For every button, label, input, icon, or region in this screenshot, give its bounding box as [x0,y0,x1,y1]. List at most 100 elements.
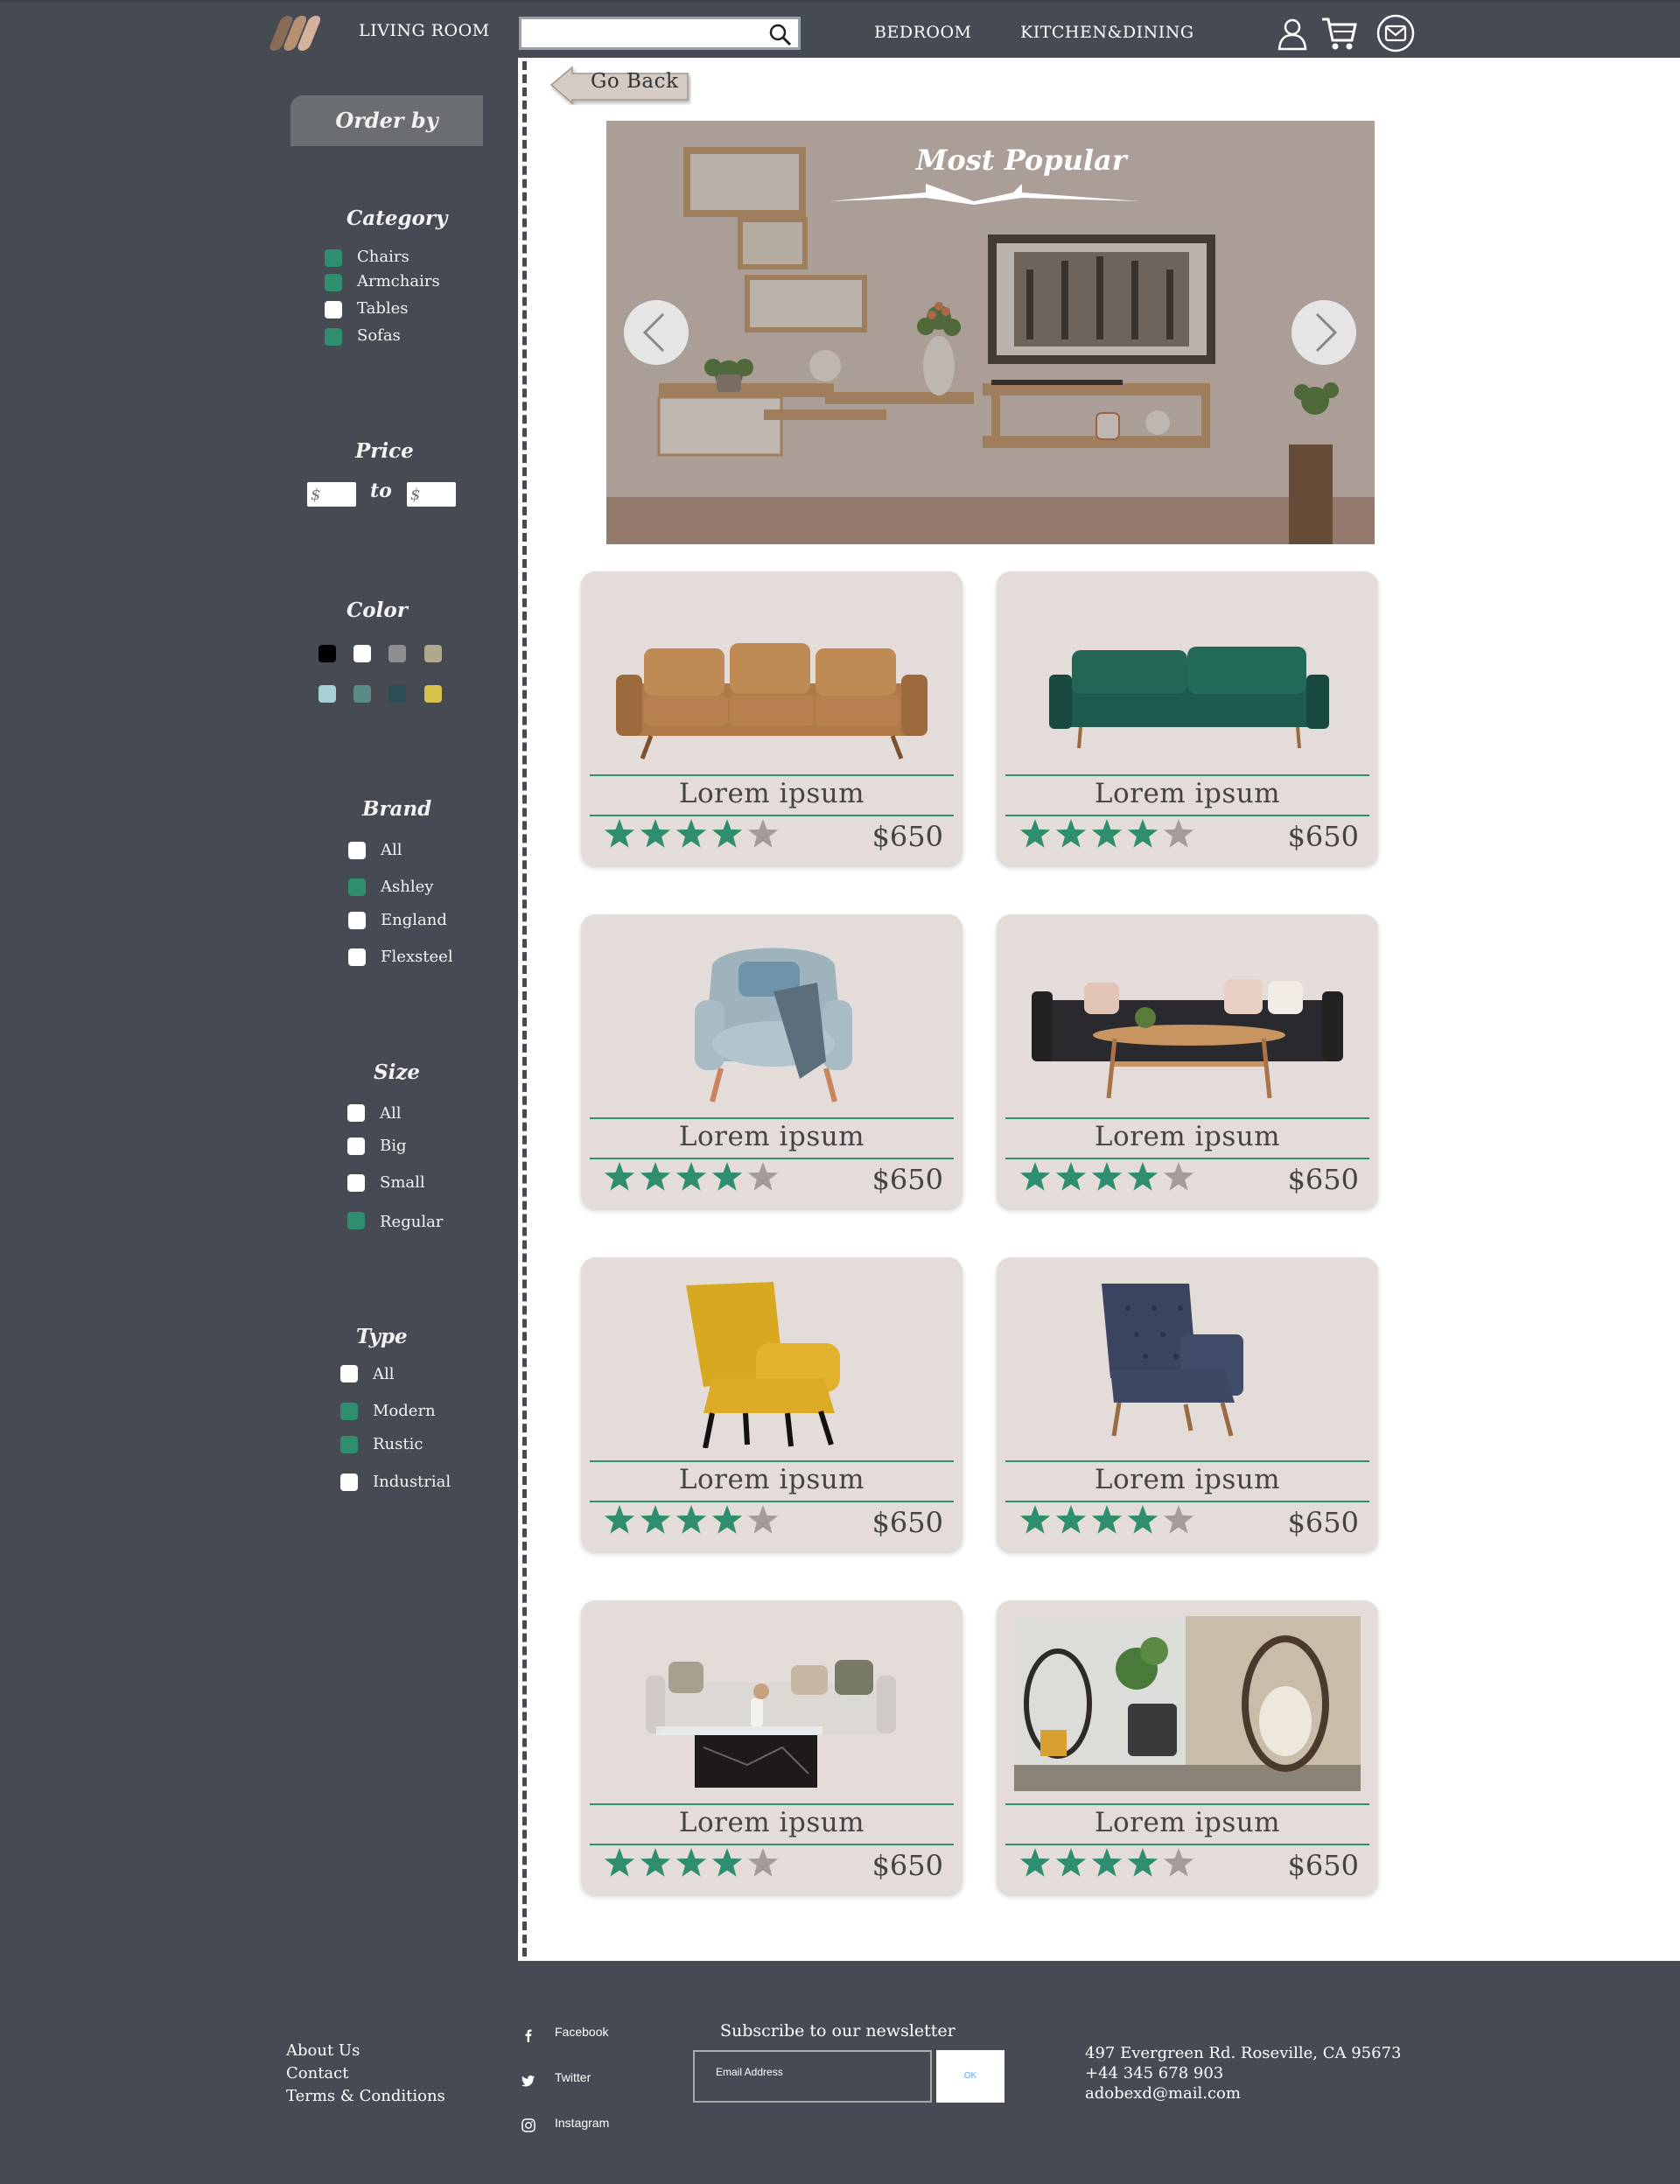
star-filled-icon [676,819,707,848]
facebook-link[interactable]: Facebook [555,2025,608,2039]
cart-icon[interactable] [1320,14,1358,52]
rating-stars [604,1162,779,1191]
product-title[interactable]: Lorem ipsum [997,778,1378,809]
star-filled-icon [604,1848,635,1877]
card-divider [590,1117,954,1119]
price-to-input[interactable] [407,482,456,507]
contact-email[interactable]: adobexd@mail.com [1085,2084,1241,2103]
star-filled-icon [711,819,743,848]
search-input[interactable] [527,22,754,45]
product-card[interactable]: Lorem ipsum $650 [997,571,1378,865]
star-filled-icon [640,819,671,848]
rating-stars [604,1848,779,1877]
newsletter-submit-button[interactable]: OK [936,2050,1004,2103]
category-chairs-checkbox[interactable] [325,249,342,267]
category-sofas-checkbox[interactable] [325,328,342,346]
product-card[interactable]: Lorem ipsum $650 [997,1600,1378,1894]
size-regular-checkbox[interactable] [347,1212,365,1229]
product-card[interactable]: Lorem ipsum $650 [997,1257,1378,1551]
color-swatch-teal-gray[interactable] [354,685,371,703]
carousel-prev-button[interactable] [624,300,689,365]
brand-england-checkbox[interactable] [348,912,366,929]
star-empty-icon [747,1162,779,1191]
type-all-label: All [373,1365,395,1383]
star-filled-icon [1019,1505,1051,1534]
star-filled-icon [1127,819,1158,848]
star-filled-icon [1055,1848,1087,1877]
color-swatch-white[interactable] [354,645,371,662]
brand-all-checkbox[interactable] [348,842,366,859]
star-empty-icon [747,1848,779,1877]
product-image-yellow-armchair [686,1282,840,1448]
star-filled-icon [640,1505,671,1534]
search-icon[interactable] [768,23,793,47]
footer-contact-link[interactable]: Contact [286,2064,348,2082]
card-divider [590,774,954,776]
product-image-navy-tufted-armchair [1102,1284,1243,1437]
color-swatch-beige[interactable] [424,645,442,662]
mail-icon[interactable] [1376,14,1415,52]
search-bar[interactable] [519,17,801,50]
product-title[interactable]: Lorem ipsum [581,1121,962,1152]
color-swatch-yellow[interactable] [424,685,442,703]
type-modern-checkbox[interactable] [340,1403,358,1420]
product-title[interactable]: Lorem ipsum [997,1807,1378,1838]
category-armchairs-checkbox[interactable] [325,274,342,291]
user-icon[interactable] [1273,14,1312,52]
price-from-input[interactable] [307,482,356,507]
product-image-green-velvet-sofa [1049,647,1329,749]
product-title[interactable]: Lorem ipsum [581,1807,962,1838]
product-title[interactable]: Lorem ipsum [997,1464,1378,1495]
dashed-divider [522,61,527,1956]
most-popular-carousel-image[interactable] [606,121,1375,544]
brand-flexsteel-label: Flexsteel [381,948,453,966]
category-title: Category [346,206,448,230]
brand-logo[interactable] [268,12,338,52]
size-big-checkbox[interactable] [347,1138,365,1155]
star-filled-icon [676,1848,707,1877]
twitter-link[interactable]: Twitter [555,2070,591,2084]
star-empty-icon [1163,819,1194,848]
footer-terms-link[interactable]: Terms & Conditions [286,2087,445,2105]
type-rustic-checkbox[interactable] [340,1436,358,1453]
brand-flexsteel-checkbox[interactable] [348,948,366,966]
facebook-icon[interactable] [522,2028,536,2042]
product-title[interactable]: Lorem ipsum [997,1121,1378,1152]
footer-about-us-link[interactable]: About Us [286,2041,360,2060]
product-price: $650 [872,1849,943,1882]
card-divider [590,1803,954,1805]
twitter-icon[interactable] [522,2074,536,2088]
size-small-checkbox[interactable] [347,1174,365,1192]
product-card[interactable]: Lorem ipsum $650 [581,571,962,865]
brand-ashley-checkbox[interactable] [348,878,366,896]
product-card[interactable]: Lorem ipsum $650 [581,1600,962,1894]
product-price: $650 [872,820,943,853]
nav-living-room[interactable]: LIVING ROOM [359,21,490,40]
type-industrial-checkbox[interactable] [340,1474,358,1491]
star-filled-icon [711,1505,743,1534]
instagram-icon[interactable] [522,2118,536,2132]
product-card[interactable]: Lorem ipsum $650 [997,914,1378,1208]
color-swatch-dark-teal[interactable] [388,685,406,703]
card-divider [1005,1803,1369,1805]
top-nav-bar: LIVING ROOM BEDROOM KITCHEN&DINING [0,0,1680,58]
category-tables-checkbox[interactable] [325,301,342,318]
product-title[interactable]: Lorem ipsum [581,1464,962,1495]
star-filled-icon [1019,1162,1051,1191]
size-all-checkbox[interactable] [347,1104,365,1122]
order-by-button[interactable]: Order by [290,95,483,146]
nav-kitchen-dining[interactable]: KITCHEN&DINING [1020,23,1194,42]
nav-bedroom[interactable]: BEDROOM [874,23,971,42]
color-swatch-black[interactable] [318,645,336,662]
star-filled-icon [640,1848,671,1877]
go-back-label[interactable]: Go Back [591,70,678,93]
product-card[interactable]: Lorem ipsum $650 [581,914,962,1208]
newsletter-email-input[interactable]: Email Address [693,2050,932,2103]
carousel-next-button[interactable] [1292,300,1356,365]
color-swatch-light-blue[interactable] [318,685,336,703]
product-title[interactable]: Lorem ipsum [581,778,962,809]
color-swatch-gray[interactable] [388,645,406,662]
product-card[interactable]: Lorem ipsum $650 [581,1257,962,1551]
type-all-checkbox[interactable] [340,1365,358,1382]
instagram-link[interactable]: Instagram [555,2116,609,2130]
